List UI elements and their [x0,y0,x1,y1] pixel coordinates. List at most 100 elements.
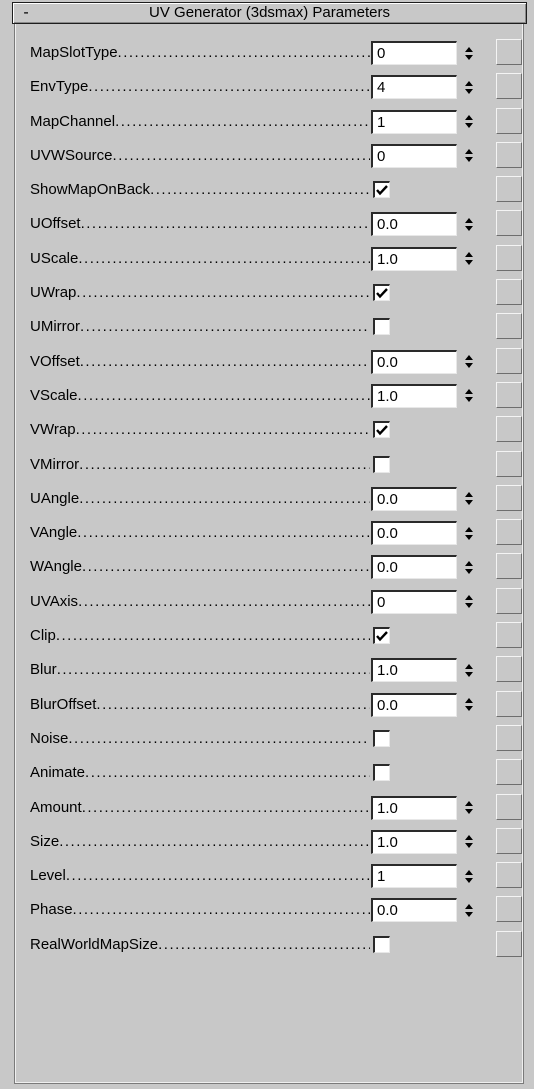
spinner-arrows-icon[interactable] [459,898,479,923]
spinner-arrows-icon[interactable] [459,555,479,580]
map-button[interactable] [496,279,522,306]
arrow-up-icon[interactable] [465,46,473,52]
arrow-down-icon[interactable] [465,123,473,129]
spinner-input[interactable]: 1 [371,109,457,134]
collapse-toggle[interactable]: - [13,4,39,22]
value-spinner[interactable]: 1.0 [371,795,480,820]
value-spinner[interactable]: 0.0 [371,555,480,580]
arrow-up-icon[interactable] [465,663,473,669]
value-spinner[interactable]: 0.0 [371,692,480,717]
arrow-down-icon[interactable] [465,877,473,883]
map-button[interactable] [496,827,522,854]
spinner-arrows-icon[interactable] [459,143,479,168]
map-button[interactable] [496,622,522,649]
param-checkbox[interactable] [373,284,390,302]
arrow-down-icon[interactable] [465,843,473,849]
arrow-up-icon[interactable] [465,149,473,155]
map-button[interactable] [496,896,522,923]
spinner-arrows-icon[interactable] [459,349,479,374]
param-checkbox[interactable] [373,935,390,953]
map-button[interactable] [496,793,522,820]
arrow-down-icon[interactable] [465,397,473,403]
arrow-up-icon[interactable] [465,217,473,223]
spinner-arrows-icon[interactable] [459,864,479,889]
arrow-down-icon[interactable] [465,671,473,677]
map-button[interactable] [496,73,522,100]
arrow-up-icon[interactable] [465,869,473,875]
spinner-input[interactable]: 0.0 [371,692,457,717]
map-button[interactable] [496,347,522,374]
arrow-up-icon[interactable] [465,389,473,395]
map-button[interactable] [496,141,522,168]
spinner-input[interactable]: 0 [371,143,457,168]
spinner-arrows-icon[interactable] [459,109,479,134]
spinner-arrows-icon[interactable] [459,589,479,614]
arrow-up-icon[interactable] [465,595,473,601]
spinner-input[interactable]: 0.0 [371,898,457,923]
map-button[interactable] [496,553,522,580]
arrow-down-icon[interactable] [465,54,473,60]
map-button[interactable] [496,313,522,340]
arrow-down-icon[interactable] [465,260,473,266]
spinner-input[interactable]: 1.0 [371,383,457,408]
spinner-arrows-icon[interactable] [459,829,479,854]
arrow-up-icon[interactable] [465,835,473,841]
spinner-arrows-icon[interactable] [459,75,479,100]
value-spinner[interactable]: 0.0 [371,486,480,511]
arrow-down-icon[interactable] [465,911,473,917]
arrow-down-icon[interactable] [465,534,473,540]
arrow-down-icon[interactable] [465,706,473,712]
value-spinner[interactable]: 0.0 [371,349,480,374]
map-button[interactable] [496,450,522,477]
param-checkbox[interactable] [373,627,390,645]
map-button[interactable] [496,416,522,443]
arrow-down-icon[interactable] [465,363,473,369]
param-checkbox[interactable] [373,421,390,439]
spinner-input[interactable]: 0 [371,41,457,65]
arrow-up-icon[interactable] [465,252,473,258]
map-button[interactable] [496,176,522,203]
arrow-up-icon[interactable] [465,698,473,704]
param-checkbox[interactable] [373,764,390,782]
value-spinner[interactable]: 1.0 [371,383,480,408]
param-checkbox[interactable] [373,318,390,336]
map-button[interactable] [496,930,522,957]
map-button[interactable] [496,484,522,511]
spinner-input[interactable]: 1 [371,864,457,889]
arrow-up-icon[interactable] [465,526,473,532]
arrow-down-icon[interactable] [465,225,473,231]
arrow-up-icon[interactable] [465,560,473,566]
map-button[interactable] [496,519,522,546]
rollout-header[interactable]: - UV Generator (3dsmax) Parameters [12,2,527,24]
map-button[interactable] [496,39,522,65]
spinner-arrows-icon[interactable] [459,41,479,65]
value-spinner[interactable]: 0 [371,41,480,65]
spinner-input[interactable]: 0.0 [371,555,457,580]
spinner-arrows-icon[interactable] [459,383,479,408]
arrow-down-icon[interactable] [465,88,473,94]
value-spinner[interactable]: 0.0 [371,212,480,237]
spinner-arrows-icon[interactable] [459,658,479,683]
spinner-arrows-icon[interactable] [459,246,479,271]
spinner-input[interactable]: 0 [371,589,457,614]
value-spinner[interactable]: 4 [371,75,480,100]
spinner-arrows-icon[interactable] [459,486,479,511]
arrow-down-icon[interactable] [465,568,473,574]
map-button[interactable] [496,587,522,614]
param-checkbox[interactable] [373,729,390,747]
value-spinner[interactable]: 0 [371,143,480,168]
arrow-up-icon[interactable] [465,355,473,361]
map-button[interactable] [496,724,522,751]
arrow-down-icon[interactable] [465,809,473,815]
arrow-up-icon[interactable] [465,903,473,909]
spinner-arrows-icon[interactable] [459,692,479,717]
spinner-input[interactable]: 1.0 [371,829,457,854]
spinner-arrows-icon[interactable] [459,521,479,546]
arrow-up-icon[interactable] [465,115,473,121]
spinner-input[interactable]: 0.0 [371,212,457,237]
map-button[interactable] [496,759,522,786]
value-spinner[interactable]: 1.0 [371,829,480,854]
map-button[interactable] [496,690,522,717]
arrow-up-icon[interactable] [465,492,473,498]
value-spinner[interactable]: 1.0 [371,246,480,271]
